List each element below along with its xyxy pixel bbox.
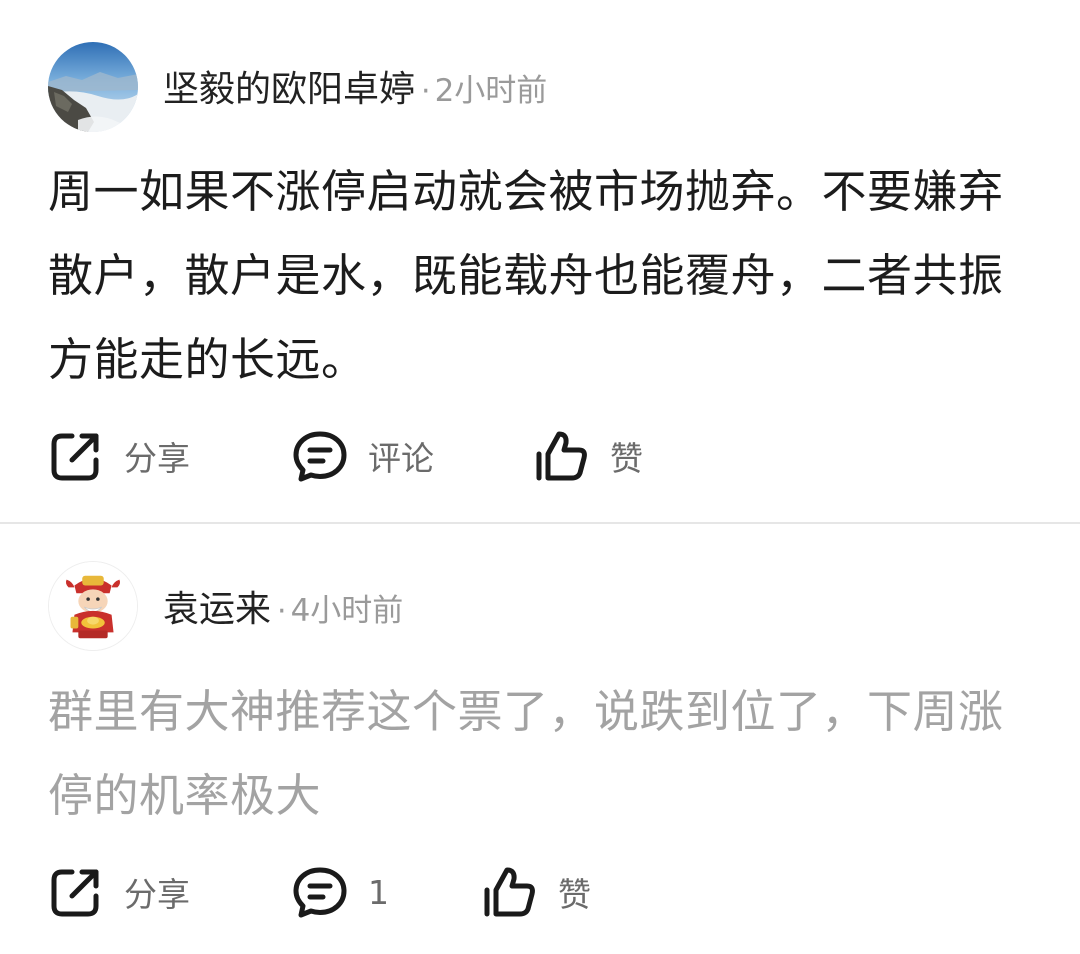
timestamp: 2小时前 [434,73,548,109]
comment-card: 坚毅的欧阳卓婷 · 2小时前 周一如果不涨停启动就会被市场抛弃。不要嫌弃散户，散… [0,0,1080,522]
comment-bubble-icon [293,431,347,482]
action-bar: 分享 评论 赞 [48,426,1048,486]
share-label: 分享 [124,875,190,914]
username[interactable]: 袁运来 [163,580,271,632]
mountain-landscape-avatar-icon [48,42,138,132]
comment-label: 评论 [368,439,434,478]
share-label: 分享 [124,439,190,478]
like-button[interactable]: 赞 [534,426,643,486]
like-label: 赞 [558,875,591,914]
username[interactable]: 坚毅的欧阳卓婷 [163,60,415,112]
comment-header: 袁运来 · 4小时前 [163,580,403,630]
comment-count: 1 [368,872,389,912]
god-of-wealth-avatar-icon [49,562,137,650]
like-label: 赞 [610,439,643,478]
share-icon [51,869,99,917]
like-button[interactable]: 赞 [482,862,591,922]
timestamp: 4小时前 [290,593,404,629]
comment-bubble-icon [293,867,347,918]
share-icon [51,433,99,481]
share-button[interactable]: 分享 [48,426,190,486]
action-bar: 分享 1 赞 [48,862,1048,922]
comment-card: 袁运来 · 4小时前 群里有大神推荐这个票了，说跌到位了，下周涨停的机率极大 分… [0,524,1080,954]
user-avatar[interactable] [48,42,138,132]
meta-separator: · [277,594,287,629]
meta-separator: · [421,74,431,109]
thumbs-up-icon [536,431,587,481]
comment-text: 群里有大神推荐这个票了，说跌到位了，下周涨停的机率极大 [48,685,1004,822]
comment-header: 坚毅的欧阳卓婷 · 2小时前 [163,60,547,110]
thumbs-up-icon [484,867,535,917]
user-avatar[interactable] [48,561,138,651]
comment-button[interactable]: 评论 [292,426,434,486]
comment-button[interactable]: 1 [292,862,389,922]
share-button[interactable]: 分享 [48,862,190,922]
comment-text: 周一如果不涨停启动就会被市场抛弃。不要嫌弃散户，散户是水，既能载舟也能覆舟，二者… [48,165,1004,386]
